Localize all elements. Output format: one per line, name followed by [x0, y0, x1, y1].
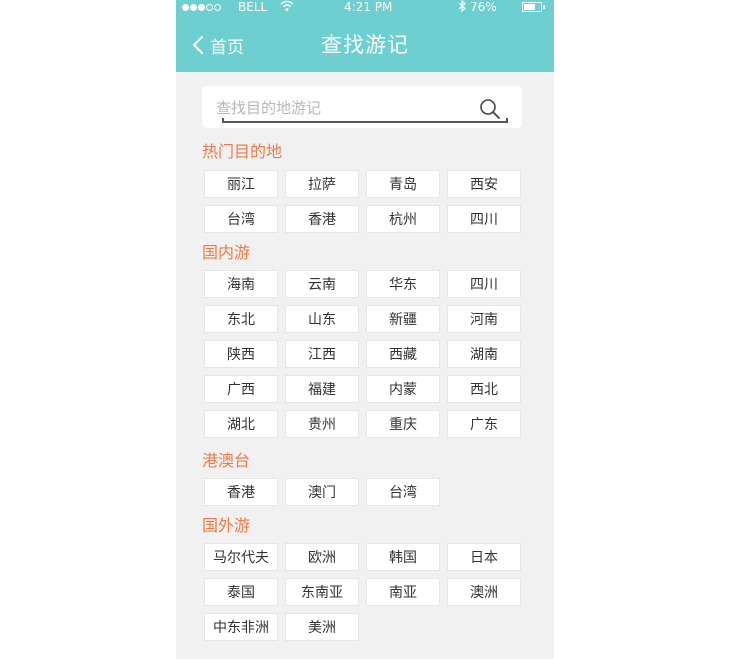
- destination-grid-overseas: 马尔代夫 欧洲 韩国 日本 泰国 东南亚 南亚 澳洲 中东非洲 美洲: [204, 543, 528, 648]
- status-bar: BELL 4:21 PM 76%: [176, 0, 554, 16]
- destination-button[interactable]: 新疆: [366, 305, 440, 333]
- destination-grid-hmt: 香港 澳门 台湾: [204, 478, 447, 513]
- destination-button[interactable]: 青岛: [366, 170, 440, 198]
- signal-icon: [182, 2, 222, 16]
- bluetooth-icon: [458, 0, 466, 15]
- destination-button[interactable]: 丽江: [204, 170, 278, 198]
- destination-button[interactable]: 山东: [285, 305, 359, 333]
- destination-button[interactable]: 中东非洲: [204, 613, 278, 641]
- destination-button[interactable]: 香港: [204, 478, 278, 506]
- destination-button[interactable]: 陕西: [204, 340, 278, 368]
- destination-button[interactable]: 南亚: [366, 578, 440, 606]
- search-icon[interactable]: [479, 98, 501, 124]
- destination-grid-domestic: 海南 云南 华东 四川 东北 山东 新疆 河南 陕西 江西 西藏 湖南 广西 福建 内蒙 西北 湖北 贵州 重庆 广东: [204, 270, 528, 445]
- destination-button[interactable]: 东南亚: [285, 578, 359, 606]
- section-title-hot: 热门目的地: [202, 142, 283, 161]
- destination-row: 广西 福建 内蒙 西北: [204, 375, 528, 410]
- destination-button[interactable]: 台湾: [366, 478, 440, 506]
- destination-button[interactable]: 内蒙: [366, 375, 440, 403]
- destination-row: 台湾 香港 杭州 四川: [204, 205, 528, 240]
- destination-button[interactable]: 华东: [366, 270, 440, 298]
- search-input[interactable]: [216, 96, 466, 120]
- destination-button[interactable]: 台湾: [204, 205, 278, 233]
- carrier-label: BELL: [238, 0, 268, 14]
- destination-button[interactable]: 马尔代夫: [204, 543, 278, 571]
- header-bar: BELL 4:21 PM 76% 首页 查找游记: [176, 0, 554, 72]
- destination-button[interactable]: 福建: [285, 375, 359, 403]
- destination-button[interactable]: 韩国: [366, 543, 440, 571]
- destination-button[interactable]: 湖南: [447, 340, 521, 368]
- section-title-overseas: 国外游: [202, 516, 251, 535]
- destination-button[interactable]: 四川: [447, 270, 521, 298]
- destination-button[interactable]: 拉萨: [285, 170, 359, 198]
- destination-button[interactable]: 美洲: [285, 613, 359, 641]
- status-time: 4:21 PM: [344, 0, 393, 14]
- destination-button[interactable]: 澳洲: [447, 578, 521, 606]
- destination-row: 丽江 拉萨 青岛 西安: [204, 170, 528, 205]
- destination-row: 陕西 江西 西藏 湖南: [204, 340, 528, 375]
- battery-icon: [522, 2, 545, 12]
- destination-button[interactable]: 重庆: [366, 410, 440, 438]
- destination-button[interactable]: 西藏: [366, 340, 440, 368]
- destination-row: 香港 澳门 台湾: [204, 478, 447, 513]
- destination-button[interactable]: 日本: [447, 543, 521, 571]
- destination-button[interactable]: 东北: [204, 305, 278, 333]
- destination-button[interactable]: 四川: [447, 205, 521, 233]
- destination-row: 海南 云南 华东 四川: [204, 270, 528, 305]
- destination-button[interactable]: 西安: [447, 170, 521, 198]
- search-underline: [222, 118, 508, 123]
- destination-button[interactable]: 澳门: [285, 478, 359, 506]
- destination-button[interactable]: 泰国: [204, 578, 278, 606]
- destination-button[interactable]: 广东: [447, 410, 521, 438]
- page-title: 查找游记: [321, 33, 409, 57]
- destination-row: 中东非洲 美洲: [204, 613, 528, 648]
- section-title-domestic: 国内游: [202, 243, 251, 262]
- destination-button[interactable]: 江西: [285, 340, 359, 368]
- destination-button[interactable]: 湖北: [204, 410, 278, 438]
- section-title-hmt: 港澳台: [202, 451, 251, 470]
- destination-button[interactable]: 杭州: [366, 205, 440, 233]
- destination-row: 东北 山东 新疆 河南: [204, 305, 528, 340]
- destination-button[interactable]: 欧洲: [285, 543, 359, 571]
- destination-grid-hot: 丽江 拉萨 青岛 西安 台湾 香港 杭州 四川: [204, 170, 528, 240]
- destination-row: 马尔代夫 欧洲 韩国 日本: [204, 543, 528, 578]
- phone-screen: BELL 4:21 PM 76% 首页 查找游记 查找目的地游记 热门目的地 丽…: [176, 0, 554, 659]
- destination-row: 泰国 东南亚 南亚 澳洲: [204, 578, 528, 613]
- destination-button[interactable]: 香港: [285, 205, 359, 233]
- wifi-icon: [280, 0, 294, 15]
- destination-button[interactable]: 河南: [447, 305, 521, 333]
- destination-button[interactable]: 西北: [447, 375, 521, 403]
- destination-button[interactable]: 广西: [204, 375, 278, 403]
- battery-percent: 76%: [470, 0, 497, 14]
- destination-button[interactable]: 海南: [204, 270, 278, 298]
- destination-button[interactable]: 云南: [285, 270, 359, 298]
- destination-row: 湖北 贵州 重庆 广东: [204, 410, 528, 445]
- destination-button[interactable]: 贵州: [285, 410, 359, 438]
- search-box: [202, 86, 522, 128]
